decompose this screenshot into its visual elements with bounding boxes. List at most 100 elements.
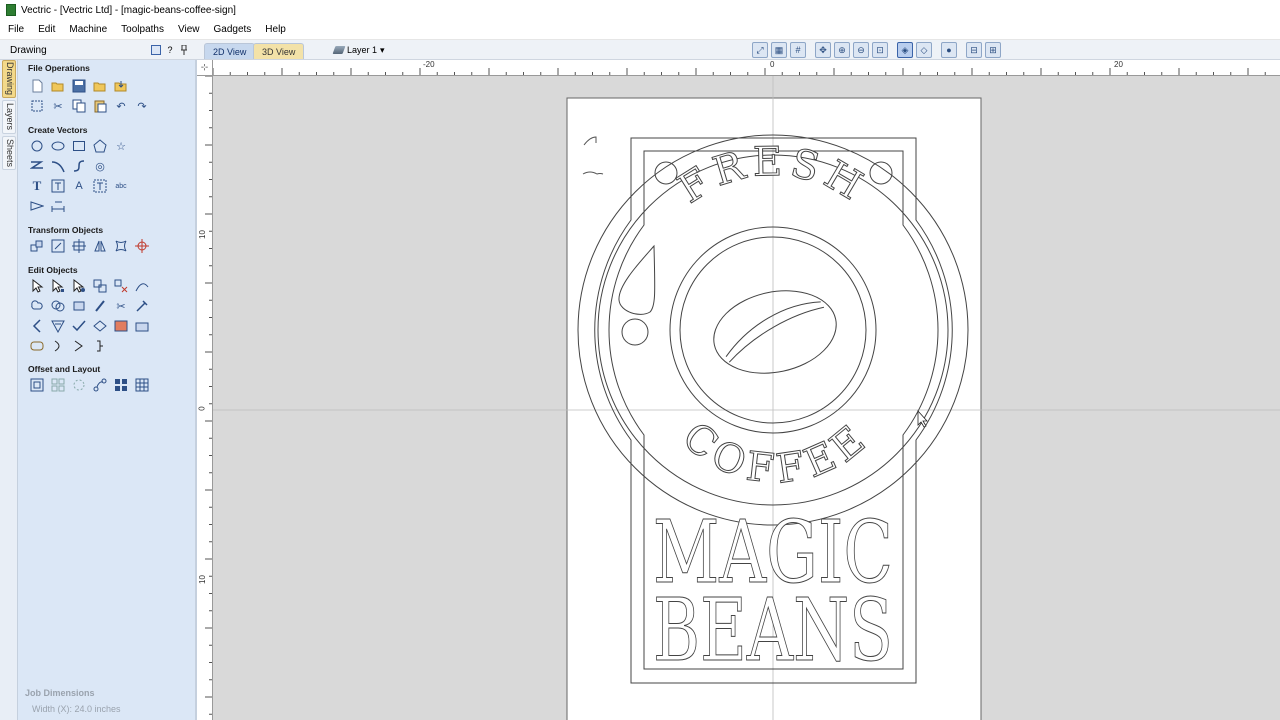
measure-icon[interactable] [29, 198, 45, 214]
selection-mode-icon[interactable]: ◇ [916, 42, 932, 58]
smart-snap-icon[interactable] [134, 318, 150, 334]
break-icon[interactable] [92, 338, 108, 354]
spiral-icon[interactable]: ◎ [92, 158, 108, 174]
distort-icon[interactable] [113, 238, 129, 254]
side-tab-drawing[interactable]: Drawing [2, 60, 16, 98]
zoom-box-icon[interactable]: ⊡ [872, 42, 888, 58]
node-edit-icon[interactable] [50, 278, 66, 294]
merge-icon[interactable] [50, 298, 66, 314]
layer-icon [332, 46, 346, 54]
menu-gadgets[interactable]: Gadgets [205, 24, 257, 35]
title-bar: Vectric - [Vectric Ltd] - [magic-beans-c… [0, 0, 1280, 20]
circle-icon[interactable] [29, 138, 45, 154]
circular-array-icon[interactable] [71, 377, 87, 393]
interactive-trim-icon[interactable] [71, 278, 87, 294]
copy-icon[interactable] [71, 98, 87, 114]
menu-machine[interactable]: Machine [61, 24, 113, 35]
menu-help[interactable]: Help [257, 24, 292, 35]
select-icon[interactable] [29, 278, 45, 294]
render-icon[interactable]: ● [941, 42, 957, 58]
mirror-icon[interactable] [92, 238, 108, 254]
panel-mode-icon[interactable] [151, 45, 161, 55]
polygon-icon[interactable] [92, 138, 108, 154]
fillet-icon[interactable] [29, 318, 45, 334]
intersect-icon[interactable] [92, 298, 108, 314]
menu-toolpaths[interactable]: Toolpaths [113, 24, 170, 35]
cut-icon[interactable]: ✂ [50, 98, 66, 114]
layout-icon[interactable]: ⊞ [985, 42, 1001, 58]
ruler-label-v10: 10 [197, 230, 207, 239]
zoom-extents-icon[interactable]: ⤢ [752, 42, 768, 58]
section-transform-objects: Transform Objects [28, 225, 104, 235]
align-icon[interactable] [71, 238, 87, 254]
snap-grid-icon[interactable]: # [790, 42, 806, 58]
text-icon[interactable]: T [29, 178, 45, 194]
tab-2d-view[interactable]: 2D View [204, 43, 256, 59]
help-icon[interactable]: ? [165, 45, 175, 55]
arc-icon[interactable] [50, 158, 66, 174]
ungroup-icon[interactable] [113, 278, 129, 294]
polyline-icon[interactable] [29, 158, 45, 174]
scale-icon[interactable] [50, 238, 66, 254]
group-icon[interactable] [92, 278, 108, 294]
import-icon[interactable] [113, 78, 129, 94]
menu-edit[interactable]: Edit [30, 24, 61, 35]
select-all-icon[interactable] [29, 98, 45, 114]
menu-file[interactable]: File [0, 24, 30, 35]
tab-3d-view[interactable]: 3D View [253, 43, 305, 59]
extend-icon[interactable] [113, 318, 129, 334]
open-file-icon[interactable] [50, 78, 66, 94]
pan-icon[interactable]: ✥ [815, 42, 831, 58]
ruler-label-20: 20 [1114, 60, 1123, 69]
zoom-out-icon[interactable]: ⊖ [853, 42, 869, 58]
convert-icon[interactable] [50, 338, 66, 354]
array-copy-icon[interactable] [50, 377, 66, 393]
menu-view[interactable]: View [170, 24, 206, 35]
weld-icon[interactable] [29, 298, 45, 314]
new-file-icon[interactable] [29, 78, 45, 94]
menu-bar: File Edit Machine Toolpaths View Gadgets… [0, 20, 1280, 40]
grid-icon[interactable]: ▦ [771, 42, 787, 58]
drawing-canvas[interactable]: FRESH COFFEE MAGIC BEANS [213, 76, 1280, 720]
ellipse-icon[interactable] [50, 138, 66, 154]
text-on-curve-icon[interactable]: A [71, 178, 87, 194]
curve-icon[interactable] [71, 158, 87, 174]
pin-icon[interactable] [179, 44, 189, 55]
offset-icon[interactable] [29, 377, 45, 393]
bend-icon[interactable] [71, 318, 87, 334]
draw-curve-icon[interactable] [134, 278, 150, 294]
toggle-view-icon[interactable]: ◈ [897, 42, 913, 58]
paste-icon[interactable] [92, 98, 108, 114]
layer-dropdown[interactable]: Layer 1 ▾ [332, 43, 385, 57]
save-icon[interactable] [71, 78, 87, 94]
text-box-icon[interactable] [50, 178, 66, 194]
rectangle-icon[interactable] [71, 138, 87, 154]
auto-layout-text-icon[interactable] [92, 178, 108, 194]
dimension-icon[interactable]: abc [113, 178, 129, 194]
side-tab-sheets[interactable]: Sheets [2, 136, 16, 170]
chamfer-icon[interactable] [50, 318, 66, 334]
zoom-in-icon[interactable]: ⊕ [834, 42, 850, 58]
job-width-readout: Width (X): 24.0 inches [32, 704, 121, 714]
trim-icon[interactable]: ✂ [113, 298, 129, 314]
dimension-line-icon[interactable] [50, 198, 66, 214]
ruler-corner[interactable]: ⊹ [197, 60, 213, 76]
offset-curve-icon[interactable] [71, 338, 87, 354]
side-tab-strip: Drawing Layers Sheets [0, 60, 18, 720]
tiling-icon[interactable] [134, 377, 150, 393]
redo-icon[interactable]: ↷ [134, 98, 150, 114]
copy-along-vector-icon[interactable] [92, 377, 108, 393]
undo-icon[interactable]: ↶ [113, 98, 129, 114]
dropdown-arrow-icon: ▾ [380, 44, 385, 55]
join-icon[interactable] [134, 298, 150, 314]
nesting-icon[interactable] [113, 377, 129, 393]
close-vector-icon[interactable] [92, 318, 108, 334]
split-view-icon[interactable]: ⊟ [966, 42, 982, 58]
unify-icon[interactable] [29, 338, 45, 354]
side-tab-layers[interactable]: Layers [2, 100, 16, 134]
move-icon[interactable] [29, 238, 45, 254]
set-origin-icon[interactable] [134, 238, 150, 254]
subtract-icon[interactable] [71, 298, 87, 314]
star-icon[interactable]: ☆ [113, 138, 129, 154]
open-folder-icon[interactable] [92, 78, 108, 94]
